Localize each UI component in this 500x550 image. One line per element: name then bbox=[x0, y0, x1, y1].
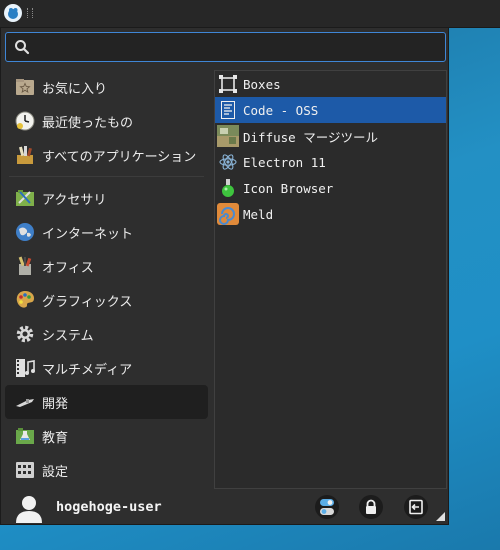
xfce-mouse-icon bbox=[8, 8, 18, 19]
app-electron[interactable]: Electron 11 bbox=[215, 149, 446, 175]
icon-browser-flask-icon bbox=[217, 177, 239, 199]
multimedia-icon bbox=[14, 357, 36, 379]
app-code-oss[interactable]: Code - OSS bbox=[215, 97, 446, 123]
app-label: Code - OSS bbox=[243, 102, 319, 118]
lock-icon bbox=[366, 499, 376, 514]
code-oss-icon bbox=[217, 99, 239, 121]
category-label: 開発 bbox=[42, 396, 69, 412]
app-label: Icon Browser bbox=[243, 180, 334, 196]
graphics-palette-icon bbox=[14, 289, 36, 311]
category-multimedia[interactable]: マルチメディア bbox=[5, 351, 208, 385]
category-label: お気に入り bbox=[42, 81, 108, 97]
category-label: 教育 bbox=[42, 430, 69, 446]
category-graphics[interactable]: グラフィックス bbox=[5, 283, 208, 317]
toggle-settings-icon bbox=[320, 499, 334, 515]
app-label: Meld bbox=[243, 206, 274, 222]
search-input[interactable] bbox=[38, 37, 442, 59]
search-icon bbox=[15, 40, 30, 55]
category-office[interactable]: オフィス bbox=[5, 249, 208, 283]
development-icon bbox=[14, 391, 36, 413]
category-accessories[interactable]: アクセサリ bbox=[5, 181, 208, 215]
meld-icon bbox=[217, 203, 239, 225]
resize-grip-icon[interactable] bbox=[436, 512, 445, 521]
menu-footer: hogehoge-user bbox=[1, 490, 448, 524]
user-avatar-icon bbox=[16, 496, 42, 523]
category-internet[interactable]: インターネット bbox=[5, 215, 208, 249]
category-development[interactable]: 開発 bbox=[5, 385, 208, 419]
app-label: Diffuse マージツール bbox=[243, 129, 378, 145]
search-field[interactable] bbox=[5, 32, 446, 62]
category-label: 最近使ったもの bbox=[42, 115, 134, 131]
app-diffuse[interactable]: Diffuse マージツール bbox=[215, 123, 446, 149]
diffuse-icon bbox=[217, 125, 239, 147]
category-label: マルチメディア bbox=[42, 362, 133, 378]
all-applications-icon bbox=[14, 144, 36, 166]
internet-globe-icon bbox=[14, 221, 36, 243]
category-recent[interactable]: 最近使ったもの bbox=[5, 104, 208, 138]
log-out-icon bbox=[409, 499, 423, 515]
panel-handle[interactable] bbox=[27, 8, 33, 18]
accessories-icon bbox=[14, 187, 36, 209]
category-label: 設定 bbox=[42, 464, 69, 480]
app-label: Boxes bbox=[243, 76, 281, 92]
system-gear-icon bbox=[14, 323, 36, 345]
category-label: システム bbox=[42, 328, 94, 344]
recent-clock-icon bbox=[14, 110, 36, 132]
electron-icon bbox=[217, 151, 239, 173]
category-label: すべてのアプリケーション bbox=[42, 149, 197, 165]
top-panel bbox=[0, 0, 500, 28]
app-icon-browser[interactable]: Icon Browser bbox=[215, 175, 446, 201]
category-system[interactable]: システム bbox=[5, 317, 208, 351]
user-name: hogehoge-user bbox=[56, 499, 162, 515]
application-list: Boxes Code - OSS Diffuse マージツール Electron… bbox=[214, 70, 447, 489]
office-icon bbox=[14, 255, 36, 277]
user-avatar[interactable] bbox=[14, 493, 44, 523]
category-settings[interactable]: 設定 bbox=[5, 453, 208, 487]
category-separator bbox=[9, 176, 204, 177]
category-education[interactable]: 教育 bbox=[5, 419, 208, 453]
category-label: アクセサリ bbox=[42, 192, 107, 208]
education-icon bbox=[14, 425, 36, 447]
settings-icon bbox=[14, 459, 36, 481]
app-meld[interactable]: Meld bbox=[215, 201, 446, 227]
log-out-button[interactable] bbox=[404, 495, 428, 519]
whisker-menu-button[interactable] bbox=[4, 4, 22, 22]
favorites-icon bbox=[14, 76, 36, 98]
category-favorites[interactable]: お気に入り bbox=[5, 70, 208, 104]
category-list: お気に入り 最近使ったもの すべてのアプリケーション アクセサリ インターネット… bbox=[5, 70, 208, 487]
category-label: グラフィックス bbox=[42, 294, 133, 310]
settings-manager-button[interactable] bbox=[315, 495, 339, 519]
category-all-applications[interactable]: すべてのアプリケーション bbox=[5, 138, 208, 172]
application-menu: お気に入り 最近使ったもの すべてのアプリケーション アクセサリ インターネット… bbox=[0, 27, 449, 525]
app-boxes[interactable]: Boxes bbox=[215, 71, 446, 97]
category-label: インターネット bbox=[42, 226, 134, 242]
lock-screen-button[interactable] bbox=[359, 495, 383, 519]
app-label: Electron 11 bbox=[243, 154, 326, 170]
category-label: オフィス bbox=[42, 260, 94, 276]
boxes-icon bbox=[217, 73, 239, 95]
